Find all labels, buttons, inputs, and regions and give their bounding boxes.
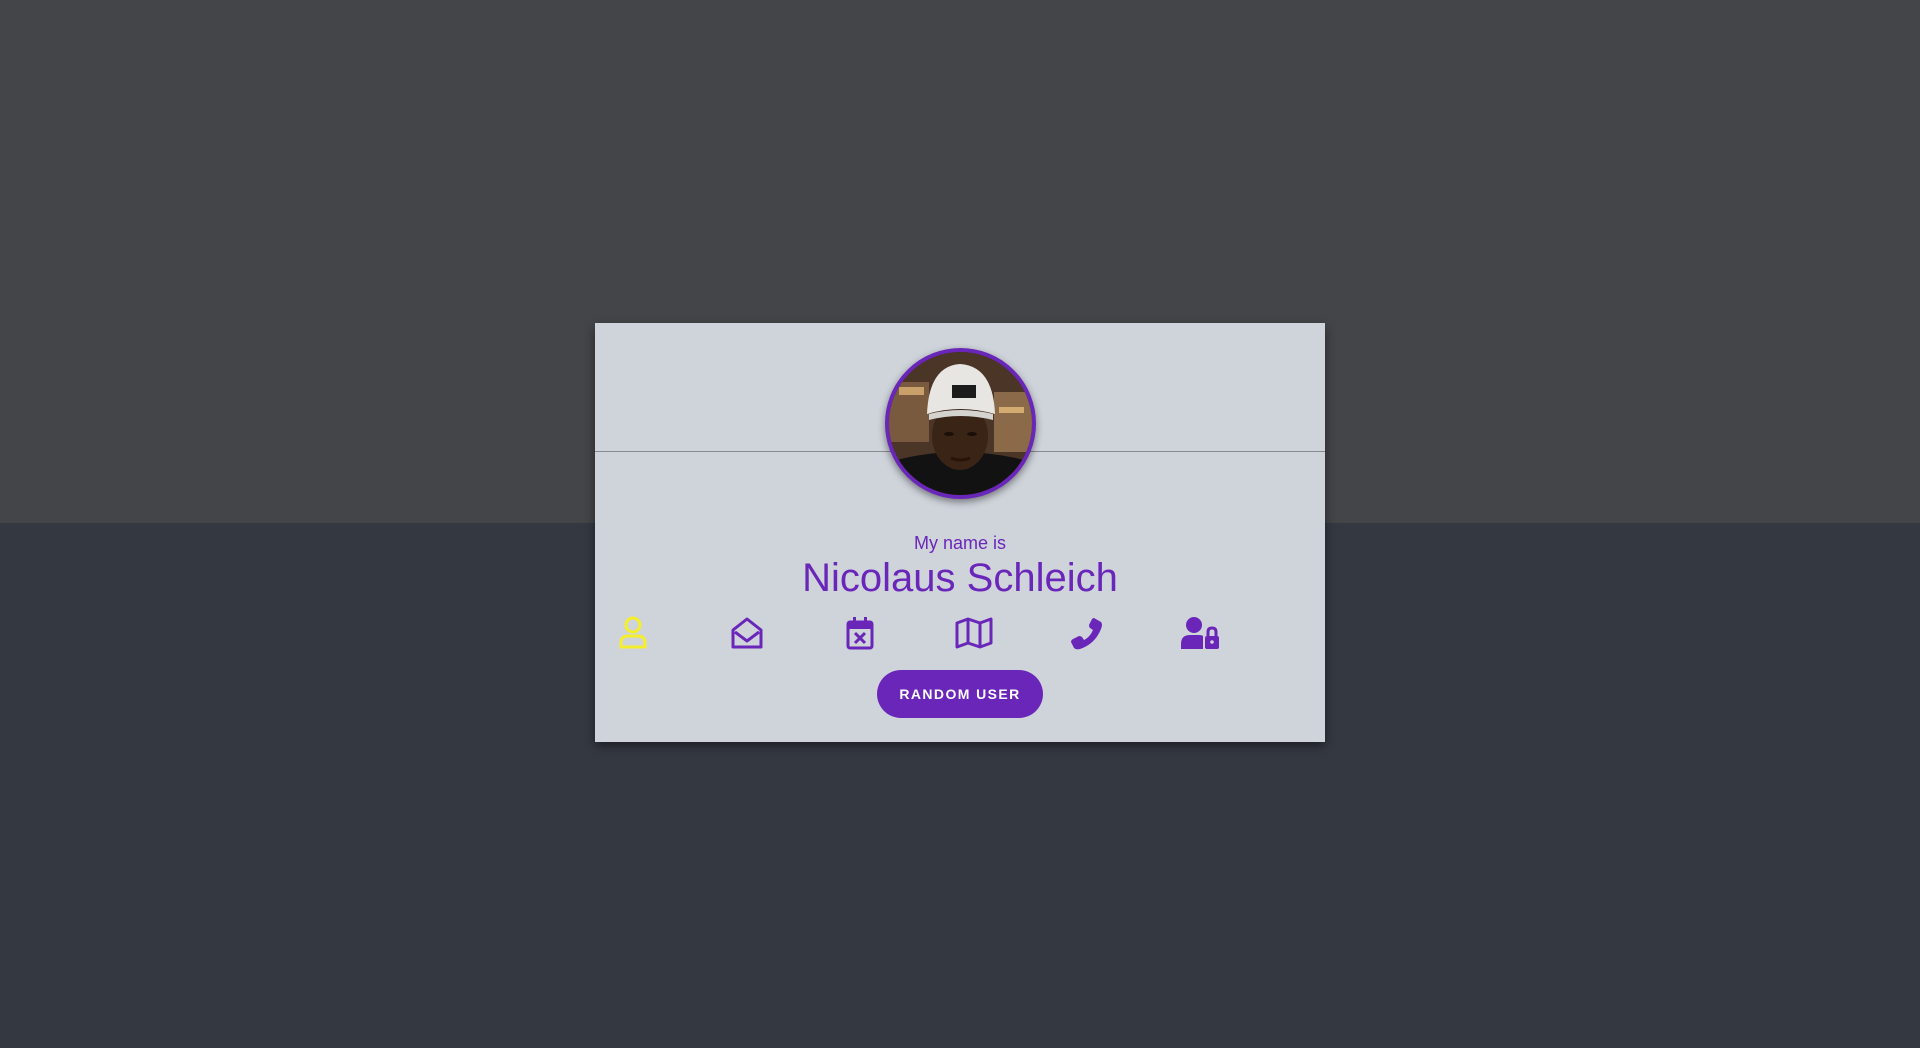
random-user-button[interactable]: RANDOM USER: [877, 670, 1043, 718]
birthday-icon-button[interactable]: [840, 613, 880, 653]
phone-icon: [1071, 618, 1102, 650]
envelope-open-icon: [731, 617, 763, 649]
email-icon-button[interactable]: [727, 613, 767, 653]
info-label: My name is: [913, 533, 1007, 553]
user-card: My name is Nicolaus Schleich RANDOM USER: [595, 323, 1325, 742]
user-icon-button[interactable]: [613, 613, 653, 653]
password-icon-button[interactable]: [1181, 613, 1221, 653]
avatar-photo: [889, 352, 1032, 495]
user-icon: [619, 616, 647, 649]
info-icon-bar: [595, 613, 1325, 653]
map-icon: [955, 617, 993, 649]
user-lock-icon: [1181, 617, 1219, 649]
phone-icon-button[interactable]: [1067, 613, 1107, 653]
calendar-x-icon: [846, 617, 874, 650]
info-value: Nicolaus Schleich: [802, 556, 1118, 600]
address-icon-button[interactable]: [954, 613, 994, 653]
avatar: [885, 348, 1036, 499]
